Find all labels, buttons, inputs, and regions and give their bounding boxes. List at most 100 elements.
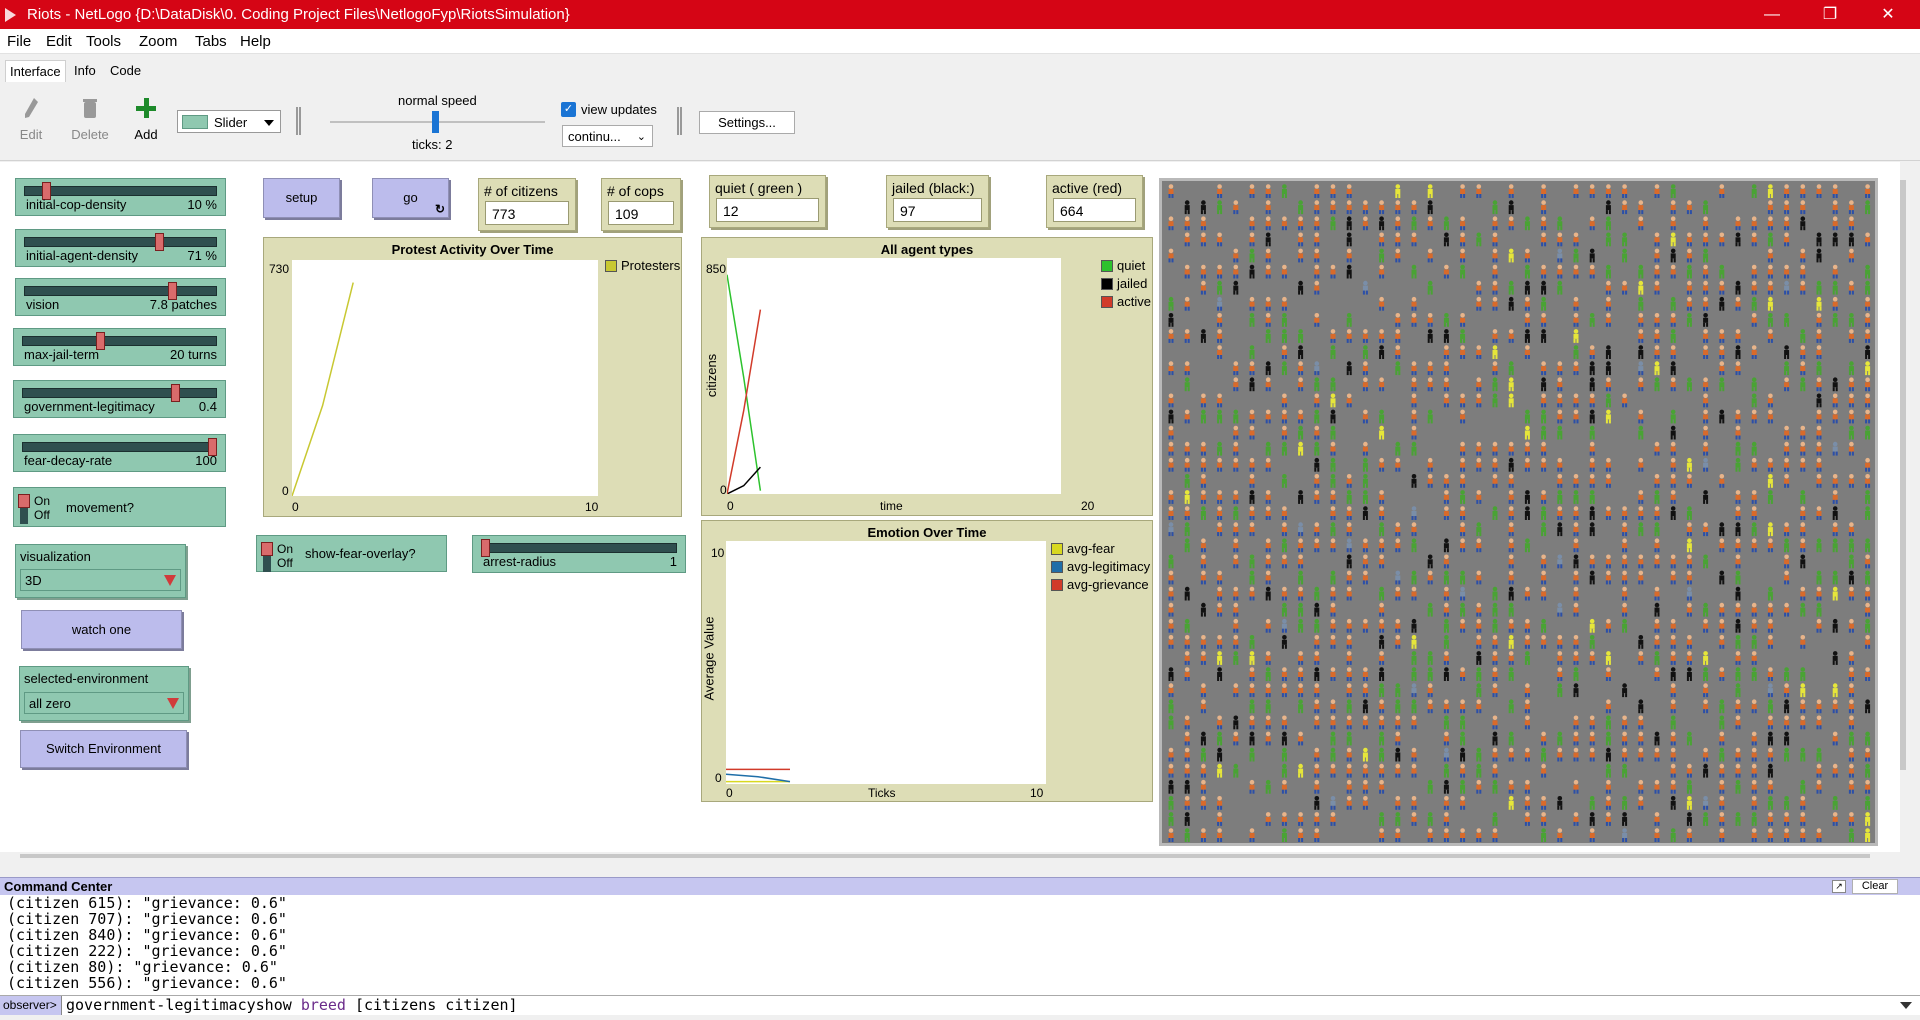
switch-movement[interactable]: On Off movement? (13, 487, 226, 527)
menu-edit[interactable]: Edit (46, 33, 72, 50)
command-input[interactable]: government-legitimacyshow breed [citizen… (66, 996, 518, 1015)
agent-figure (1443, 232, 1449, 247)
slider-knob[interactable] (154, 233, 164, 251)
agent-figure (1589, 457, 1595, 472)
watch-one-button[interactable]: watch one (21, 610, 182, 649)
horizontal-scrollbar[interactable] (20, 854, 1870, 858)
menu-tabs[interactable]: Tabs (195, 33, 227, 50)
agent-figure (1800, 683, 1806, 698)
close-icon[interactable]: ✕ (1859, 0, 1917, 29)
switch-knob[interactable] (261, 542, 273, 556)
window-title: Riots - NetLogo {D:\DataDisk\0. Coding P… (27, 6, 570, 23)
agent-figure (1508, 699, 1514, 714)
output-line: (citizen 556): "grievance: 0.6" (7, 974, 287, 992)
history-dropdown-icon[interactable] (1900, 1002, 1912, 1009)
agent-figure (1573, 409, 1579, 424)
agent-figure (1314, 699, 1320, 714)
agent-figure (1281, 296, 1287, 311)
agent-figure (1638, 715, 1644, 730)
agent-figure (1298, 248, 1304, 263)
agent-figure (1395, 763, 1401, 778)
slider-initial-cop-density[interactable]: initial-cop-density 10 % (15, 178, 226, 216)
clear-button[interactable]: Clear (1852, 879, 1898, 894)
menu-tools[interactable]: Tools (86, 33, 121, 50)
menu-zoom[interactable]: Zoom (139, 33, 177, 50)
speed-slider-knob[interactable] (432, 111, 439, 133)
menu-help[interactable]: Help (240, 33, 271, 50)
agent-figure (1784, 522, 1790, 537)
agent-figure (1767, 699, 1773, 714)
agent-figure (1168, 715, 1174, 730)
chooser-selected-environment[interactable]: selected-environment all zero (19, 666, 189, 721)
slider-government-legitimacy[interactable]: government-legitimacy 0.4 (13, 380, 226, 418)
widget-type-dropdown[interactable]: Slider (177, 110, 281, 133)
switch-show-fear-overlay[interactable]: On Off show-fear-overlay? (256, 535, 447, 572)
agent-figure (1589, 570, 1595, 585)
agent-figure (1605, 747, 1611, 762)
agent-figure (1508, 216, 1514, 231)
agent-figure (1362, 618, 1368, 633)
chooser-visualization[interactable]: visualization 3D (15, 544, 186, 598)
update-mode-dropdown[interactable]: continu... ⌄ (562, 125, 653, 147)
agent-figure (1622, 248, 1628, 263)
output-line: (citizen 840): "grievance: 0.6" (7, 926, 287, 944)
agent-figure (1168, 184, 1174, 198)
agent-figure (1686, 554, 1692, 569)
switch-environment-button[interactable]: Switch Environment (20, 730, 187, 768)
slider-fear-decay-rate[interactable]: fear-decay-rate 100 (13, 434, 226, 472)
switch-knob[interactable] (18, 494, 30, 508)
chooser-select[interactable]: all zero (24, 692, 184, 714)
slider-max-jail-term[interactable]: max-jail-term 20 turns (13, 328, 226, 366)
agent-figure (1589, 812, 1595, 826)
agent-figure (1460, 329, 1466, 343)
add-button[interactable]: Add (126, 97, 166, 142)
agent-figure (1508, 538, 1514, 553)
expand-icon[interactable]: ↗ (1832, 880, 1846, 893)
agent-figure (1460, 345, 1466, 359)
delete-button[interactable]: Delete (70, 97, 110, 142)
tab-interface[interactable]: Interface (5, 60, 66, 82)
restore-icon[interactable]: ❐ (1801, 0, 1859, 29)
agent-figure (1427, 779, 1433, 794)
menu-file[interactable]: File (7, 33, 31, 50)
slider-knob[interactable] (170, 384, 180, 402)
agent-figure (1492, 296, 1498, 311)
agent-figure (1573, 651, 1579, 665)
observer-prompt[interactable]: observer> (0, 996, 62, 1015)
settings-button[interactable]: Settings... (699, 111, 795, 134)
agent-figure (1330, 522, 1336, 537)
agent-figure (1767, 313, 1773, 327)
minimize-icon[interactable]: — (1743, 0, 1801, 29)
agent-figure (1670, 554, 1676, 569)
edit-button[interactable]: Edit (11, 97, 51, 142)
agent-figure (1784, 377, 1790, 392)
speed-slider[interactable] (330, 111, 545, 133)
agent-figure (1654, 506, 1660, 520)
slider-vision[interactable]: vision 7.8 patches (15, 278, 226, 316)
agent-figure (1654, 538, 1660, 553)
vertical-scrollbar[interactable] (1900, 180, 1906, 770)
agent-figure (1330, 474, 1336, 488)
go-button[interactable]: go ↻ (372, 178, 449, 218)
tab-info[interactable]: Info (70, 60, 100, 82)
agent-figure (1524, 796, 1530, 810)
legend-swatch (1101, 278, 1113, 290)
world-view[interactable] (1159, 178, 1878, 846)
agent-figure (1589, 441, 1595, 456)
monitor-name: # of citizens (484, 183, 558, 199)
chooser-select[interactable]: 3D (20, 569, 181, 591)
tab-code[interactable]: Code (106, 60, 145, 82)
agent-figure (1605, 200, 1611, 215)
edit-label: Edit (19, 127, 43, 142)
agent-figure (1249, 361, 1255, 376)
series-line-avg-legitimacy (725, 773, 791, 783)
agent-figure (1686, 667, 1692, 681)
x-min-label: 0 (726, 786, 733, 800)
agent-figure (1330, 796, 1336, 810)
agent-figure (1605, 731, 1611, 746)
agent-figure (1249, 474, 1255, 488)
slider-arrest-radius[interactable]: arrest-radius 1 (472, 535, 686, 573)
slider-initial-agent-density[interactable]: initial-agent-density 71 % (15, 229, 226, 267)
view-updates-checkbox[interactable]: ✓ (561, 102, 576, 117)
setup-button[interactable]: setup (263, 178, 340, 218)
